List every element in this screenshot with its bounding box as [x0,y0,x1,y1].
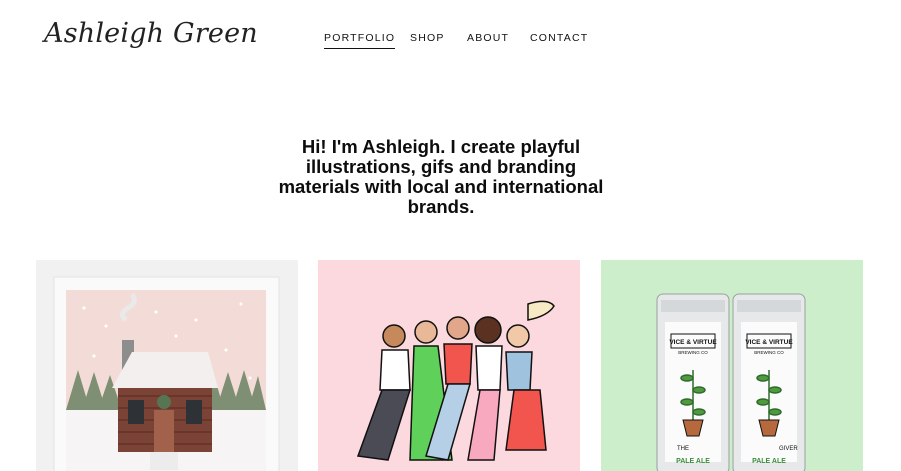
main-nav: PORTFOLIO SHOP ABOUT CONTACT [0,32,901,52]
nav-about[interactable]: ABOUT [467,32,509,44]
nav-contact[interactable]: CONTACT [530,32,588,44]
can-sub-right: BREWING CO [754,350,784,355]
nav-portfolio[interactable]: PORTFOLIO [324,32,396,49]
can-style-right: PALE ALE [752,458,786,465]
can-name-right: GIVER [779,446,798,452]
portfolio-tile-cabin[interactable] [36,260,298,471]
portfolio-tile-friends[interactable] [318,260,580,471]
cabin-illustration [36,260,298,471]
nav-shop[interactable]: SHOP [410,32,445,44]
can-brand-left: VICE & VIRTUE [669,339,717,346]
friends-illustration [318,260,580,471]
beer-cans-photo: VICE & VIRTUE VICE & VIRTUE BREWING CO B… [601,260,863,471]
portfolio-tile-cans[interactable]: VICE & VIRTUE VICE & VIRTUE BREWING CO B… [601,260,863,471]
can-brand-right: VICE & VIRTUE [745,339,793,346]
can-style-left: PALE ALE [676,458,710,465]
can-name-left: THE [677,446,689,452]
intro-text: Hi! I'm Ashleigh. I create playful illus… [278,135,604,217]
can-sub-left: BREWING CO [678,350,708,355]
